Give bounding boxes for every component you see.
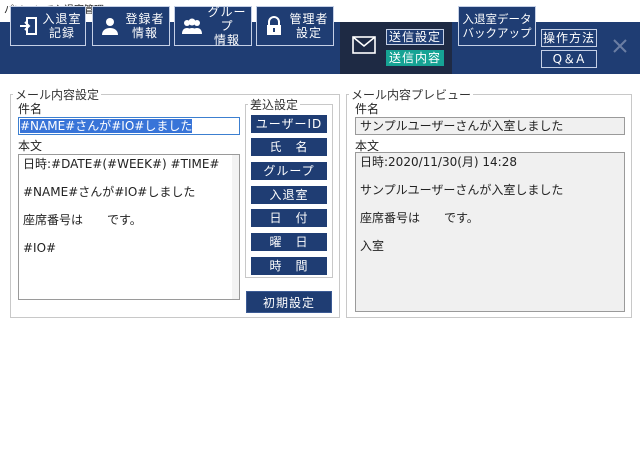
send-settings-button[interactable]: 送信設定 (386, 29, 444, 45)
mail-icon (352, 36, 376, 54)
entry-record-label: 入退室 記録 (42, 12, 82, 40)
insert-settings-legend: 差込設定 (250, 98, 299, 112)
users-icon (181, 15, 203, 37)
subject-label: 件名 (18, 102, 43, 116)
group-info-button[interactable]: グループ 情報 (174, 5, 252, 47)
backup-label: 入退室データ バックアップ (462, 12, 532, 40)
preview-body-field: 日時:2020/11/30(月) 14:28 サンプルユーザーさんが入室しました… (355, 152, 625, 312)
preview-subject-label: 件名 (355, 102, 380, 116)
send-content-button[interactable]: 送信内容 (386, 50, 444, 66)
door-enter-icon (17, 15, 39, 37)
user-icon (99, 15, 121, 37)
how-to-button[interactable]: 操作方法 (541, 29, 597, 47)
backup-button[interactable]: 入退室データ バックアップ (458, 6, 536, 46)
admin-settings-label: 管理者 設定 (289, 12, 329, 40)
registrant-info-button[interactable]: 登録者 情報 (92, 6, 170, 46)
insert-date-button[interactable]: 日 付 (251, 209, 327, 227)
subject-input[interactable]: #NAME#さんが#IO#しました (18, 117, 240, 135)
admin-settings-button[interactable]: 管理者 設定 (256, 6, 334, 46)
close-icon[interactable] (608, 34, 632, 58)
group-info-label: グループ 情報 (207, 5, 247, 47)
insert-name-button[interactable]: 氏 名 (251, 138, 327, 156)
lock-icon (263, 15, 285, 37)
subject-value: #NAME#さんが#IO#しました (20, 119, 193, 133)
insert-weekday-button[interactable]: 曜 日 (251, 233, 327, 251)
preview-subject-field: サンプルユーザーさんが入室しました (355, 117, 625, 135)
entry-record-button[interactable]: 入退室 記録 (10, 6, 86, 46)
insert-io-button[interactable]: 入退室 (251, 186, 327, 204)
body-scrollbar[interactable] (232, 155, 239, 299)
insert-group-button[interactable]: グループ (251, 162, 327, 180)
qa-button[interactable]: Q＆A (541, 50, 597, 68)
body-textarea[interactable]: 日時:#DATE#(#WEEK#) #TIME# #NAME#さんが#IO#しま… (18, 154, 240, 300)
insert-user-id-button[interactable]: ユーザーID (251, 115, 327, 133)
registrant-info-label: 登録者 情報 (125, 12, 165, 40)
insert-time-button[interactable]: 時 間 (251, 257, 327, 275)
body-label: 本文 (18, 139, 43, 153)
reset-button[interactable]: 初期設定 (246, 291, 332, 313)
